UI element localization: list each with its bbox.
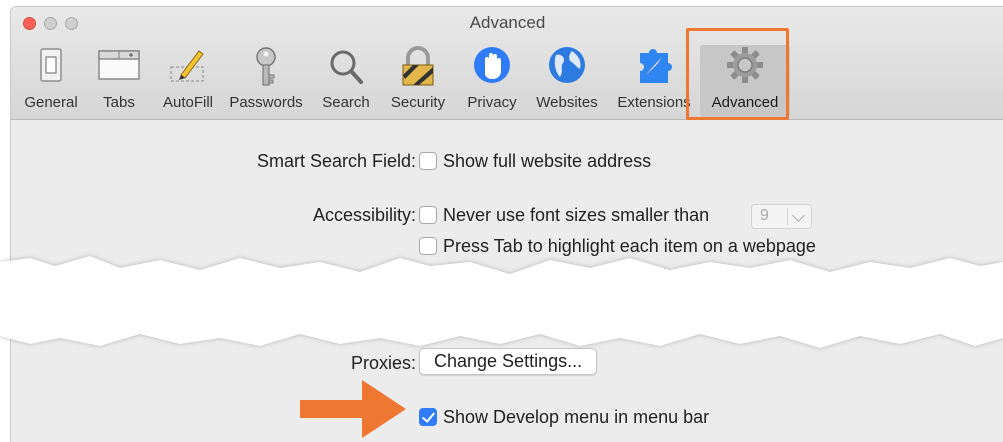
orange-arrow-icon: [300, 380, 406, 438]
show-develop-menu-checkbox[interactable]: [419, 408, 437, 426]
puzzle-compass-icon: [640, 49, 672, 83]
accessibility-label: Accessibility:: [312, 205, 416, 225]
change-settings-button[interactable]: Change Settings...: [419, 348, 598, 375]
tab-label: Extensions: [617, 94, 691, 111]
globe-icon: [549, 47, 585, 83]
magnifier-icon: [330, 50, 363, 84]
tab-search[interactable]: Search: [316, 45, 376, 117]
partial-option-text-end: item.: [663, 266, 696, 283]
pencil-form-icon: [170, 50, 204, 82]
toolbar: Advanced General Tabs AutoFill Passwords…: [11, 7, 1003, 120]
press-tab-text: Press Tab to highlight each item on a we…: [443, 236, 816, 256]
preferences-window: Advanced General Tabs AutoFill Passwords…: [10, 6, 1003, 442]
window-title: Advanced: [469, 13, 546, 32]
tab-autofill[interactable]: AutoFill: [155, 45, 221, 117]
advanced-pane: Smart Search Field: Show full website ad…: [11, 120, 1003, 442]
tab-extensions[interactable]: Extensions: [612, 45, 696, 117]
show-develop-menu-option[interactable]: Show Develop menu in menu bar: [419, 407, 709, 428]
chevron-down-icon: [792, 209, 805, 222]
show-develop-menu-text: Show Develop menu in menu bar: [443, 407, 710, 427]
show-full-address-option[interactable]: Show full website address: [419, 151, 651, 172]
tab-label: General: [24, 94, 78, 111]
smart-search-label: Smart Search Field:: [256, 151, 416, 171]
show-full-address-text: Show full website address: [443, 151, 652, 171]
tab-privacy[interactable]: Privacy: [460, 45, 524, 117]
switch-icon: [40, 48, 62, 82]
hand-icon: [474, 47, 510, 83]
min-font-size-text: Never use font sizes smaller than: [443, 205, 710, 225]
tab-general[interactable]: General: [17, 45, 85, 117]
tab-label: Privacy: [467, 94, 517, 111]
min-font-size-select[interactable]: 9: [751, 204, 812, 229]
press-tab-checkbox[interactable]: [419, 237, 437, 255]
partial-option-text-start: Optio: [443, 266, 479, 283]
tab-label: Websites: [536, 94, 598, 111]
tab-label: Search: [322, 94, 370, 111]
tab-label: Tabs: [103, 94, 135, 111]
tab-passwords[interactable]: Passwords: [224, 45, 308, 117]
advanced-tab-highlight: [686, 28, 789, 120]
tabs-icon: [98, 50, 140, 80]
tab-label: Security: [390, 94, 446, 111]
select-divider: [787, 208, 788, 225]
tab-tabs[interactable]: Tabs: [93, 45, 145, 117]
show-full-address-checkbox[interactable]: [419, 152, 437, 170]
tab-websites[interactable]: Websites: [530, 45, 604, 117]
tab-security[interactable]: Security: [383, 45, 453, 117]
padlock-icon: [402, 46, 434, 86]
min-font-size-checkbox[interactable]: [419, 206, 437, 224]
tab-label: AutoFill: [162, 94, 214, 111]
proxies-label: Proxies:: [350, 353, 416, 373]
min-font-size-value: 9: [760, 207, 769, 224]
press-tab-option[interactable]: Press Tab to highlight each item on a we…: [419, 236, 816, 257]
min-font-size-option[interactable]: Never use font sizes smaller than: [419, 205, 709, 226]
tab-label: Passwords: [229, 94, 303, 111]
key-icon: [256, 47, 276, 86]
